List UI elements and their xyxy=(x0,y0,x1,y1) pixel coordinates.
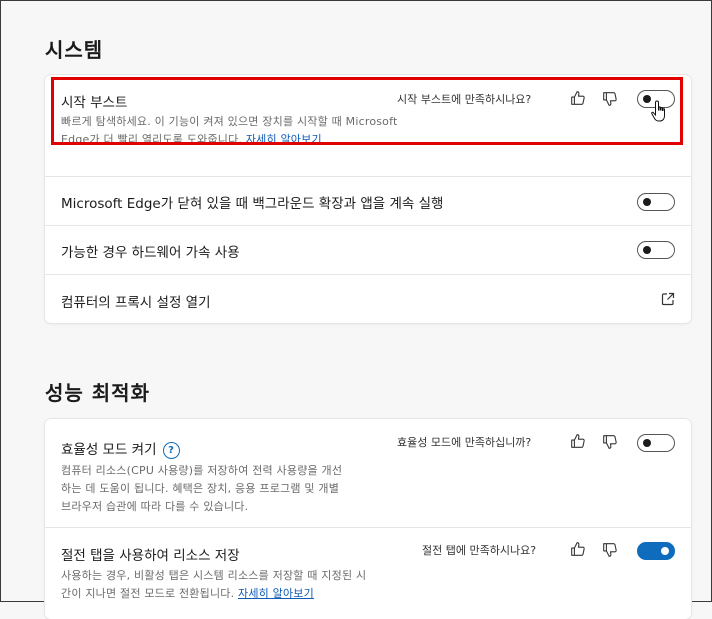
background-extensions-row: Microsoft Edge가 닫혀 있을 때 백그라운드 확장과 앱을 계속 … xyxy=(45,177,691,225)
hand-cursor-icon xyxy=(651,100,665,122)
thumbs-down-icon[interactable] xyxy=(601,433,619,451)
section-title-system: 시스템 xyxy=(45,38,104,62)
efficiency-mode-desc-line1: 컴퓨터 리소스(CPU 사용량)를 저장하여 전력 사용량을 개선 xyxy=(61,464,343,477)
efficiency-mode-desc: 컴퓨터 리소스(CPU 사용량)를 저장하여 전력 사용량을 개선 하는 데 도… xyxy=(61,462,421,516)
hardware-acceleration-row: 가능한 경우 하드웨어 가속 사용 xyxy=(45,226,691,274)
thumbs-up-icon[interactable] xyxy=(569,540,587,558)
efficiency-mode-toggle[interactable] xyxy=(637,434,675,452)
efficiency-mode-desc-line3: 브라우저 습관에 따라 다를 수 있습니다. xyxy=(61,500,249,513)
section-title-performance: 성능 최적화 xyxy=(45,381,150,405)
performance-card: 효율성 모드 켜기? 컴퓨터 리소스(CPU 사용량)를 저장하여 전력 사용량… xyxy=(45,419,691,619)
sleeping-tabs-toggle[interactable] xyxy=(637,542,675,560)
sleeping-tabs-feedback-question: 절전 탭에 만족하시나요? xyxy=(422,544,537,557)
hardware-acceleration-toggle[interactable] xyxy=(637,241,675,259)
background-extensions-title: Microsoft Edge가 닫혀 있을 때 백그라운드 확장과 앱을 계속 … xyxy=(61,196,444,212)
efficiency-mode-title: 효율성 모드 켜기 xyxy=(61,442,157,458)
efficiency-mode-desc-line2: 하는 데 도움이 됩니다. 혜택은 장치, 응용 프로그램 및 개별 xyxy=(61,482,340,495)
startup-boost-desc: 빠르게 탐색하세요. 이 기능이 켜져 있으면 장치를 시작할 때 Micros… xyxy=(61,113,401,149)
proxy-settings-title: 컴퓨터의 프록시 설정 열기 xyxy=(61,295,211,311)
startup-boost-title: 시작 부스트 xyxy=(61,95,128,111)
sleeping-tabs-desc-line2: 간이 지나면 절전 모드로 전환됩니다. xyxy=(61,587,235,600)
help-icon[interactable]: ? xyxy=(162,441,180,459)
hardware-acceleration-title: 가능한 경우 하드웨어 가속 사용 xyxy=(61,245,240,261)
sleeping-tabs-desc-line1: 사용하는 경우, 비활성 탭은 시스템 리소스를 저장할 때 지정된 시 xyxy=(61,569,367,582)
sleeping-tabs-desc: 사용하는 경우, 비활성 탭은 시스템 리소스를 저장할 때 지정된 시 간이 … xyxy=(61,567,441,603)
system-card: 시작 부스트 빠르게 탐색하세요. 이 기능이 켜져 있으면 장치를 시작할 때… xyxy=(45,75,691,323)
thumbs-down-icon[interactable] xyxy=(601,90,619,108)
sleeping-tabs-row: 절전 탭을 사용하여 리소스 저장 사용하는 경우, 비활성 탭은 시스템 리소… xyxy=(45,528,691,619)
startup-boost-row: 시작 부스트 빠르게 탐색하세요. 이 기능이 켜져 있으면 장치를 시작할 때… xyxy=(45,75,691,176)
thumbs-up-icon[interactable] xyxy=(569,432,587,450)
sleeping-tabs-title: 절전 탭을 사용하여 리소스 저장 xyxy=(61,548,240,564)
efficiency-mode-feedback-question: 효율성 모드에 만족하십니까? xyxy=(397,436,532,449)
background-extensions-toggle[interactable] xyxy=(637,193,675,211)
efficiency-mode-title-wrap: 효율성 모드 켜기? xyxy=(61,438,180,459)
external-link-icon[interactable] xyxy=(661,292,675,306)
thumbs-down-icon[interactable] xyxy=(601,541,619,559)
startup-boost-desc-text: 빠르게 탐색하세요. 이 기능이 켜져 있으면 장치를 시작할 때 Micros… xyxy=(61,115,398,146)
sleeping-tabs-desc-line2-wrap: 간이 지나면 절전 모드로 전환됩니다. 자세히 알아보기 xyxy=(61,585,441,603)
sleeping-tabs-learn-more-link[interactable]: 자세히 알아보기 xyxy=(238,587,314,600)
startup-boost-feedback-question: 시작 부스트에 만족하시나요? xyxy=(397,93,532,106)
thumbs-up-icon[interactable] xyxy=(569,89,587,107)
startup-boost-learn-more-link[interactable]: 자세히 알아보기 xyxy=(246,133,322,146)
proxy-settings-row[interactable]: 컴퓨터의 프록시 설정 열기 xyxy=(45,275,691,323)
efficiency-mode-row: 효율성 모드 켜기? 컴퓨터 리소스(CPU 사용량)를 저장하여 전력 사용량… xyxy=(45,419,691,527)
